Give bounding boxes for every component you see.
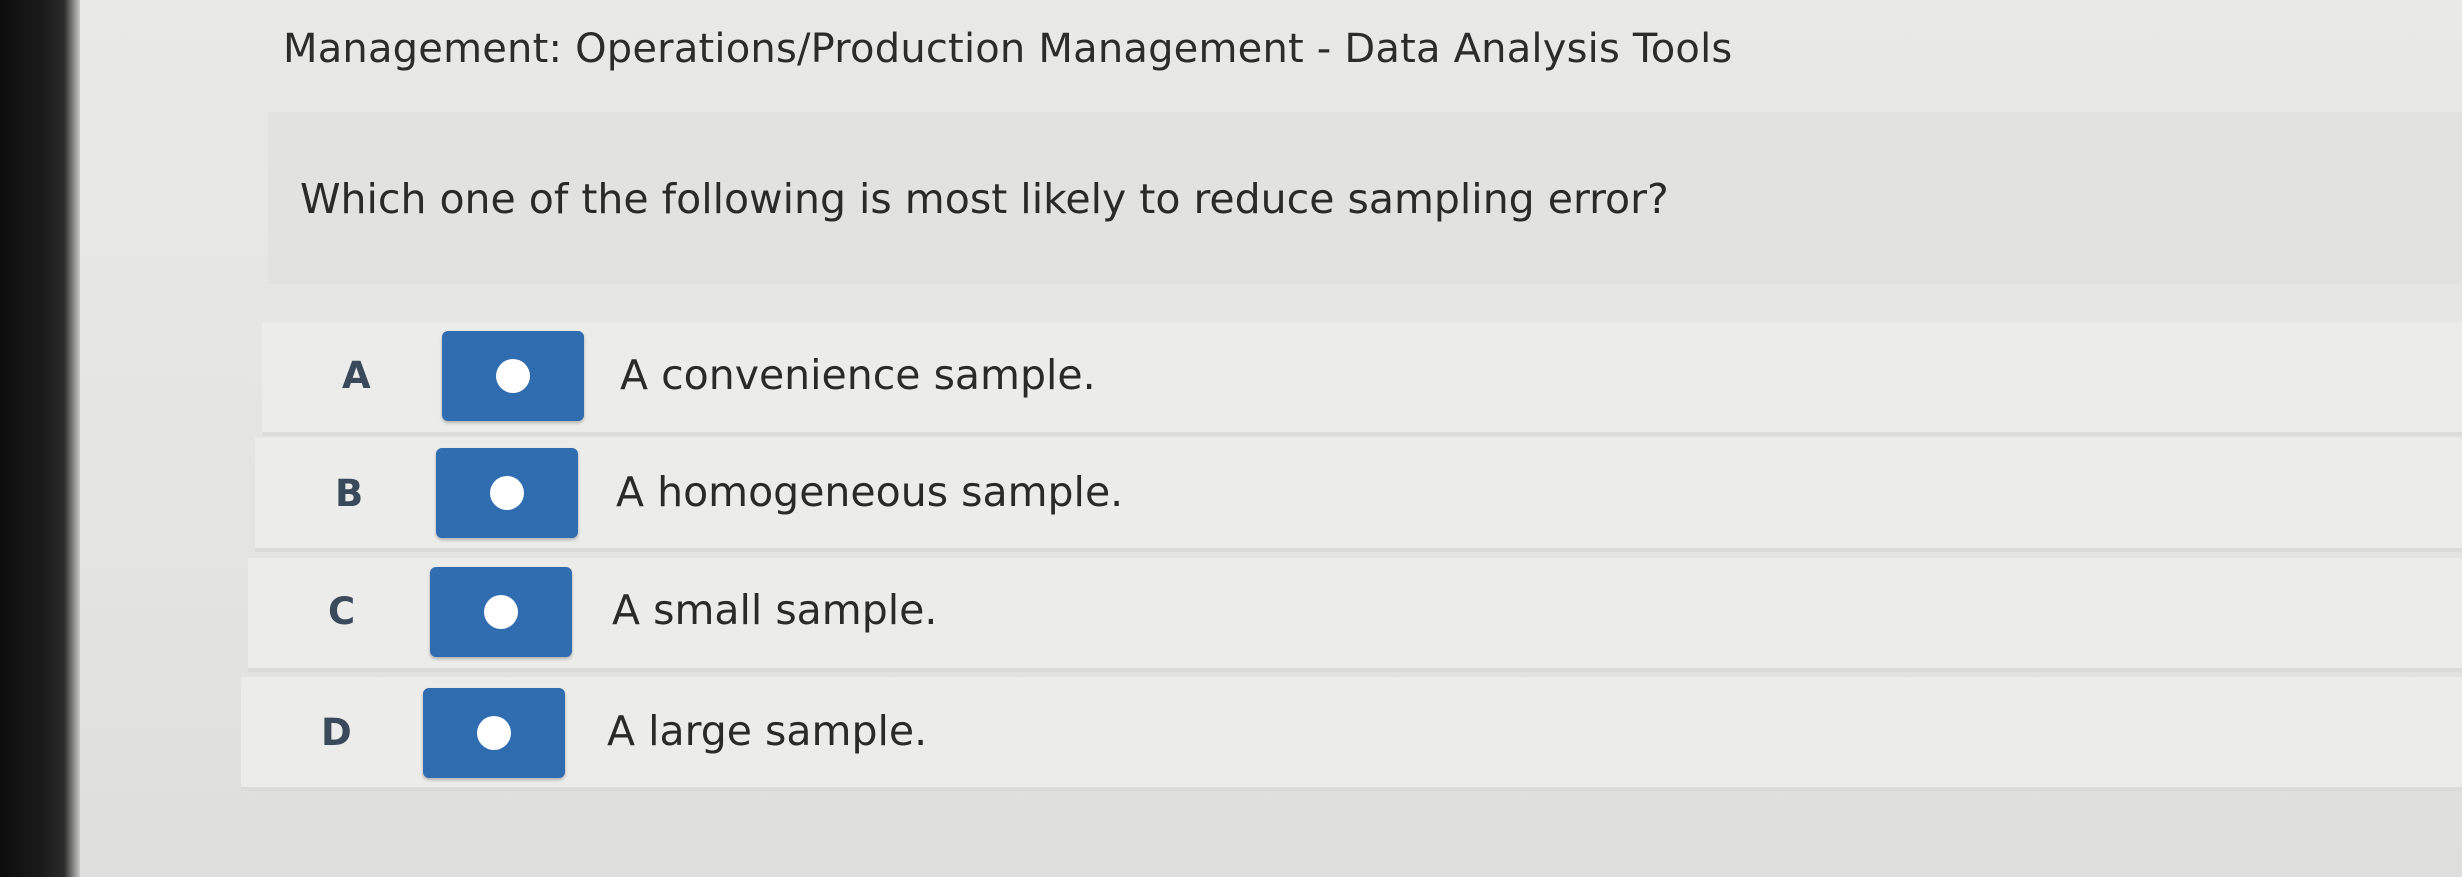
monitor-bezel [0,0,80,877]
option-row-a[interactable]: A A convenience sample. [262,322,2462,436]
option-letter-b: B [335,472,364,515]
option-letter-c: C [328,590,356,633]
option-c-radio-button[interactable] [430,567,572,657]
radio-dot-icon [490,476,524,510]
option-text-b: A homogeneous sample. [616,468,1124,516]
option-b-radio-button[interactable] [436,448,578,538]
option-text-a: A convenience sample. [620,351,1096,399]
option-row-d[interactable]: D A large sample. [241,677,2462,791]
radio-dot-icon [496,359,530,393]
radio-dot-icon [477,716,511,750]
option-d-radio-button[interactable] [423,688,565,778]
option-letter-a: A [342,354,371,397]
question-text: Which one of the following is most likel… [300,175,1669,223]
option-text-c: A small sample. [612,586,938,634]
option-letter-d: D [321,711,352,754]
option-row-c[interactable]: C A small sample. [248,558,2462,672]
option-row-b[interactable]: B A homogeneous sample. [255,438,2462,552]
radio-dot-icon [484,595,518,629]
option-text-d: A large sample. [607,707,928,755]
option-a-radio-button[interactable] [442,331,584,421]
topic-title: Management: Operations/Production Manage… [283,26,1733,72]
quiz-screen: Management: Operations/Production Manage… [0,0,2462,877]
